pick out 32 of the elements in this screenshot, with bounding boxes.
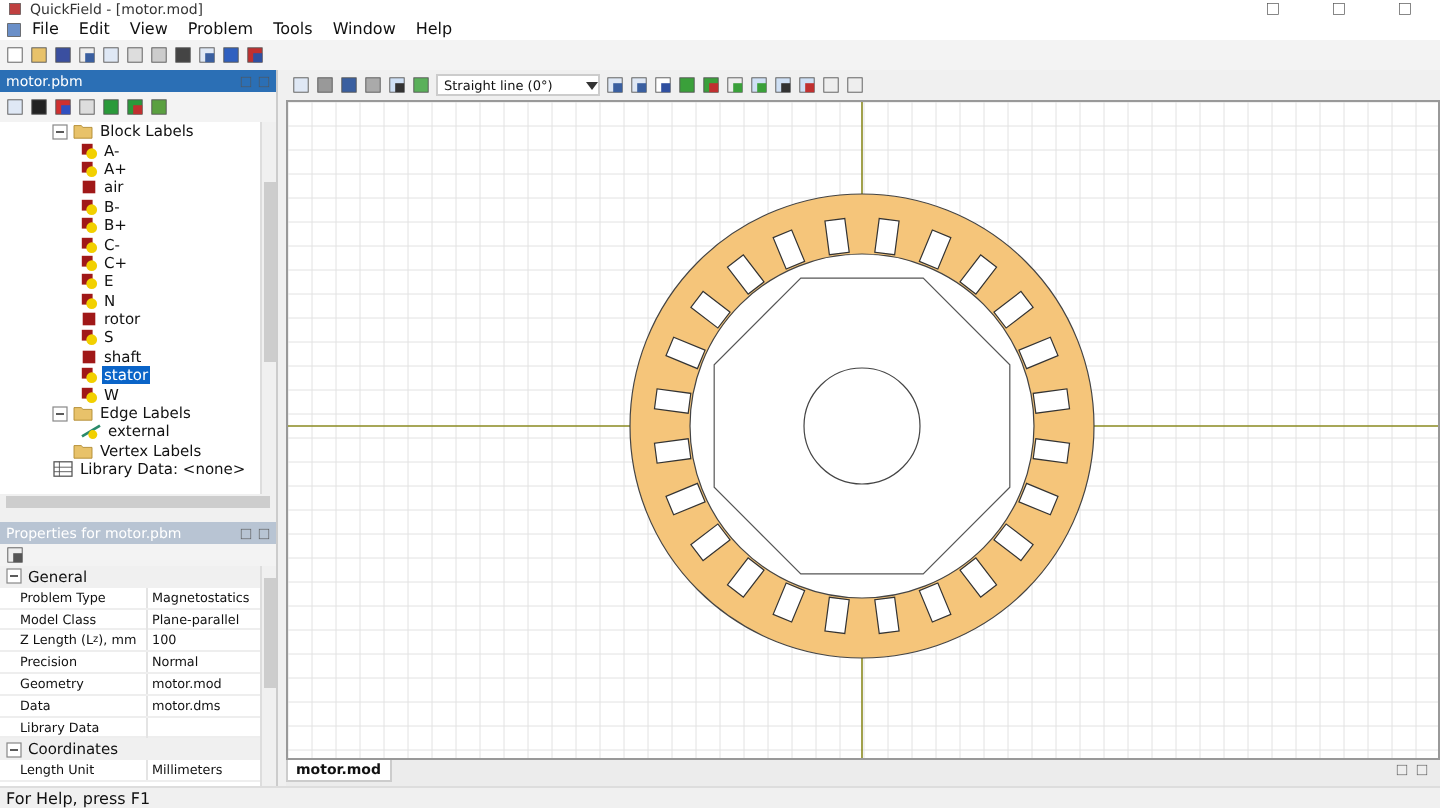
label-icon (80, 197, 98, 216)
scrollbar[interactable] (260, 122, 276, 494)
folder-icon (72, 441, 94, 460)
scrollbar[interactable] (0, 494, 276, 510)
menu-item[interactable]: Help (405, 20, 463, 38)
label-icon (80, 216, 98, 235)
table-icon (52, 460, 74, 479)
label-icon (80, 178, 98, 197)
label-icon (80, 253, 98, 272)
edge-label-icon (80, 422, 102, 441)
status-text: For Help, press F1 (6, 789, 151, 807)
collapse-icon[interactable] (6, 741, 22, 758)
caret-icon (586, 79, 598, 91)
menu-item[interactable]: Tools (263, 20, 323, 38)
menu-item[interactable]: Edit (68, 20, 120, 38)
collapse-icon[interactable] (52, 123, 68, 140)
label-icon (80, 141, 98, 160)
label-icon (80, 328, 98, 347)
collapse-icon[interactable] (52, 405, 68, 422)
folder-icon (72, 404, 94, 423)
label-icon (80, 272, 98, 291)
label-icon (80, 235, 98, 254)
label-icon (80, 385, 98, 404)
menu-item[interactable]: Problem (177, 20, 264, 38)
menu-item[interactable]: View (119, 20, 178, 38)
menu-item[interactable]: File (22, 20, 69, 38)
label-icon (80, 366, 98, 385)
collapse-icon[interactable] (6, 568, 22, 585)
menu-item[interactable]: Window (322, 20, 406, 38)
scrollbar[interactable] (260, 566, 276, 786)
label-icon (80, 159, 98, 178)
label-icon (80, 291, 98, 310)
